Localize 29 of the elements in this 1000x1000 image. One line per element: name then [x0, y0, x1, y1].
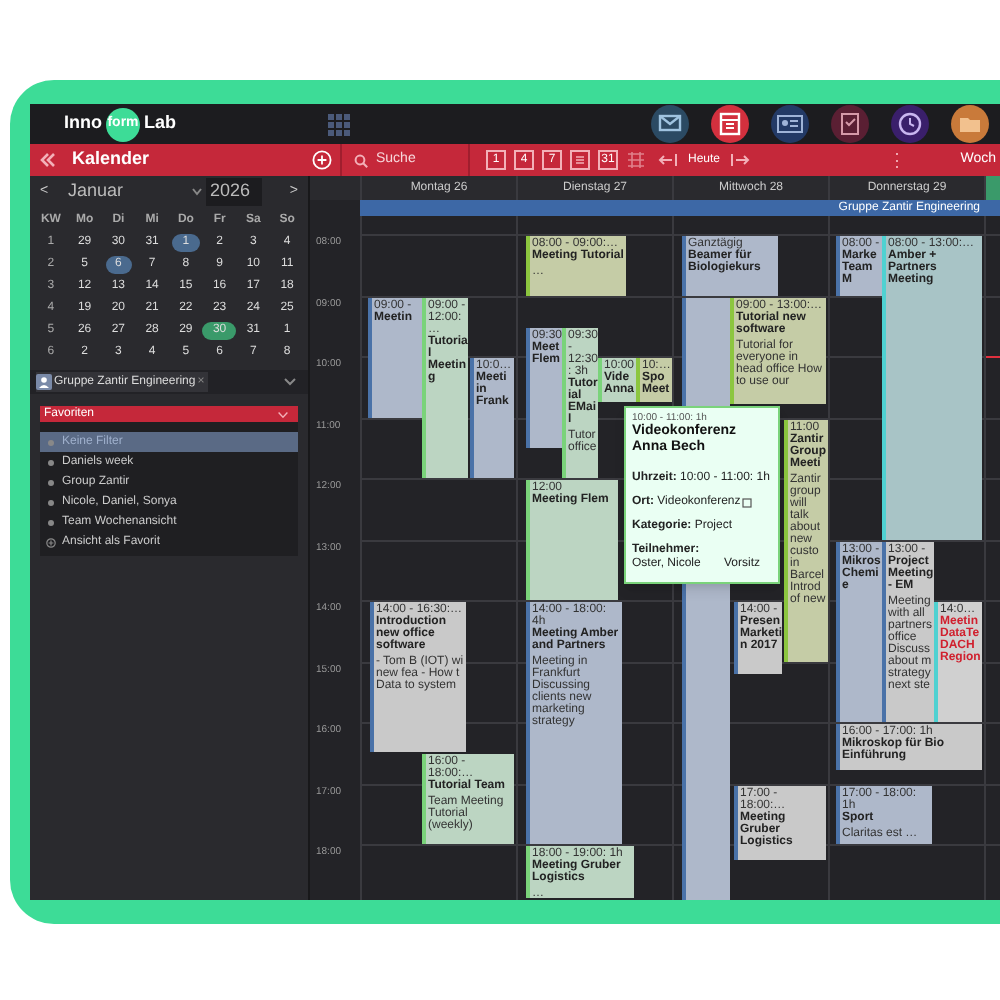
current-time-line [986, 356, 1000, 358]
add-icon[interactable] [312, 150, 332, 170]
chevron-icon [278, 411, 288, 417]
back-icon[interactable] [40, 152, 56, 168]
bullet-icon [48, 439, 54, 445]
search-icon [354, 153, 368, 167]
logo-text: Lab [144, 110, 177, 137]
caret-icon [192, 188, 202, 196]
clipboard-icon[interactable] [830, 104, 871, 144]
bullet-icon [48, 459, 54, 465]
page-title: Kalender [72, 146, 150, 173]
year-field[interactable]: 2026 [206, 178, 262, 206]
previous-icon[interactable] [658, 152, 678, 168]
person-icon [36, 374, 52, 390]
bullet-icon [48, 499, 54, 505]
next-icon[interactable] [730, 152, 751, 168]
bullet-icon [48, 479, 54, 485]
clock-icon[interactable] [890, 104, 931, 144]
contact-card-icon[interactable] [770, 104, 811, 144]
list-view-icon[interactable] [570, 150, 590, 170]
bullet-icon [48, 519, 54, 525]
logo-text: Inno [64, 110, 102, 137]
mail-icon[interactable] [650, 104, 691, 144]
calendar-icon[interactable] [710, 104, 751, 144]
caret-icon [284, 378, 296, 386]
add-icon [46, 537, 56, 547]
app-grid-icon[interactable] [328, 113, 351, 135]
month-select[interactable]: Januar [68, 178, 188, 206]
folder-icon[interactable] [950, 104, 991, 144]
